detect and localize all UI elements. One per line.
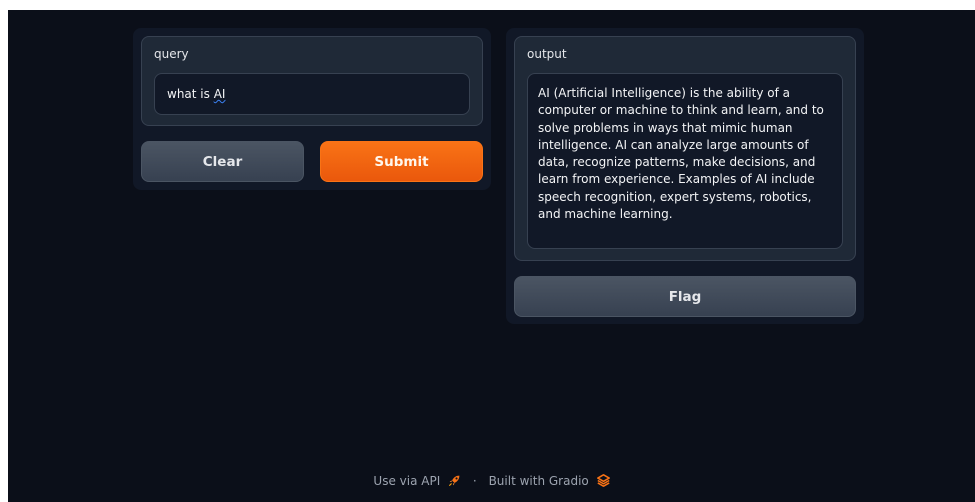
query-value: what is — [167, 87, 214, 101]
rocket-icon — [449, 475, 460, 486]
footer: Use via API · Built with Gradio — [8, 473, 975, 488]
input-panel: query what is AI Clear Submit — [133, 28, 491, 190]
gradio-app: query what is AI Clear Submit output AI … — [8, 10, 975, 502]
output-label: output — [527, 47, 567, 61]
built-with-gradio-label: Built with Gradio — [488, 473, 589, 488]
output-block: output AI (Artificial Intelligence) is t… — [514, 36, 856, 261]
query-input[interactable]: what is AI — [154, 73, 470, 115]
query-block: query what is AI — [141, 36, 483, 126]
output-textbox[interactable]: AI (Artificial Intelligence) is the abil… — [527, 73, 843, 249]
footer-separator: · — [472, 473, 477, 488]
submit-button[interactable]: Submit — [320, 141, 483, 182]
clear-button[interactable]: Clear — [141, 141, 304, 182]
flag-button[interactable]: Flag — [514, 276, 856, 317]
use-via-api-link[interactable]: Use via API — [373, 474, 461, 488]
gradio-logo-icon — [596, 473, 610, 487]
query-value-misspelled: AI — [213, 87, 226, 101]
built-with-gradio-link[interactable]: Built with Gradio — [489, 474, 610, 488]
use-via-api-label: Use via API — [373, 473, 441, 488]
query-label: query — [154, 47, 189, 61]
output-panel: output AI (Artificial Intelligence) is t… — [506, 28, 864, 324]
